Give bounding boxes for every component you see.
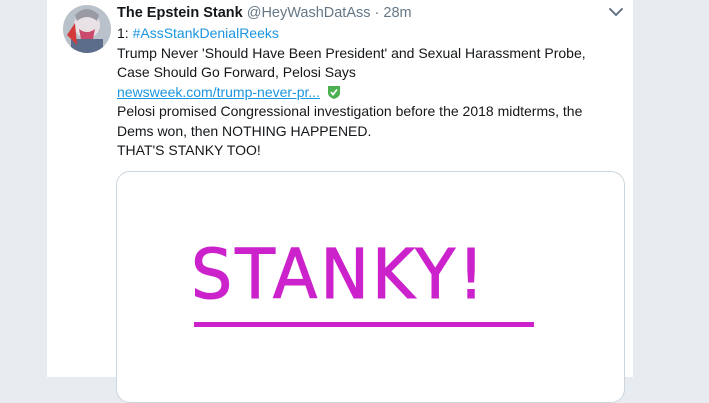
hashtag-link[interactable]: #AssStankDenialReeks (133, 25, 279, 41)
link-line: newsweek.com/trump-never-pr... (117, 83, 622, 103)
media-text: STANKY! (190, 236, 488, 315)
hashtag-line: 1: #AssStankDenialReeks (117, 24, 622, 44)
tweet-card[interactable]: The Epstein Stank @HeyWashDatAss · 28m 1… (46, 0, 634, 403)
display-name[interactable]: The Epstein Stank (117, 5, 243, 21)
avatar[interactable] (63, 5, 111, 53)
tweet-header: The Epstein Stank @HeyWashDatAss · 28m (117, 4, 622, 23)
article-link[interactable]: newsweek.com/trump-never-pr... (117, 84, 320, 100)
separator: · (374, 5, 380, 21)
media-card[interactable]: STANKY! (116, 171, 625, 403)
hashtag-prefix: 1: (117, 25, 133, 41)
green-check-shield-icon (328, 85, 341, 99)
handle[interactable]: @HeyWashDatAss (247, 5, 371, 21)
body-line-1: Pelosi promised Congressional investigat… (117, 103, 583, 139)
tweet-content: The Epstein Stank @HeyWashDatAss · 28m 1… (117, 4, 622, 161)
avatar-image (63, 5, 111, 53)
body-line-2: THAT'S STANKY TOO! (117, 142, 261, 158)
media-underline (194, 322, 534, 327)
tweet-text: 1: #AssStankDenialReeks Trump Never 'Sho… (117, 24, 622, 161)
timestamp[interactable]: 28m (383, 5, 411, 21)
headline: Trump Never 'Should Have Been President'… (117, 44, 586, 81)
